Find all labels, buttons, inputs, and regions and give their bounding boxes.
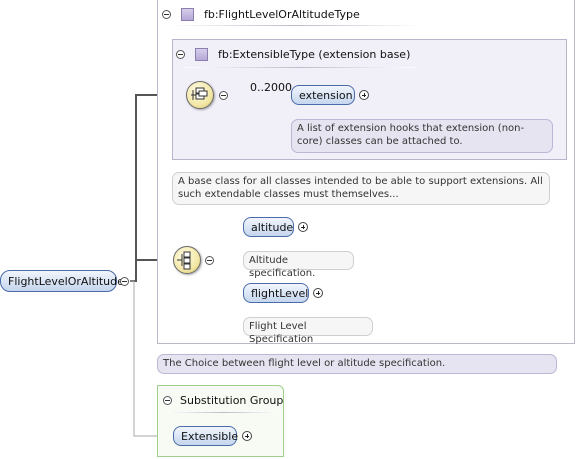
extension-base-label: fb:ExtensibleType (extension base) — [218, 48, 411, 61]
complex-type-label: fb:FlightLevelOrAltitudeType — [204, 8, 360, 21]
choice-compositor[interactable] — [173, 246, 201, 274]
root-element[interactable]: FlightLevelOrAltitude — [0, 270, 124, 292]
collapse-icon[interactable] — [162, 10, 171, 19]
expand-icon[interactable] — [242, 431, 252, 441]
altitude-doc-note: Altitude specification. — [243, 251, 354, 279]
extension-doc-note: A list of extension hooks that extension… — [291, 119, 553, 153]
separator — [170, 25, 420, 26]
flightlevel-element[interactable]: flightLevel — [243, 283, 309, 303]
extensible-element[interactable]: Extensible — [173, 426, 238, 446]
collapse-icon[interactable] — [176, 50, 185, 59]
sequence-compositor[interactable] — [186, 81, 214, 109]
collapse-icon[interactable] — [120, 277, 129, 286]
altitude-element[interactable]: altitude — [243, 217, 294, 237]
choice-doc-note: The Choice between flight level or altit… — [157, 354, 557, 374]
extension-element[interactable]: extension — [291, 85, 355, 105]
expand-icon[interactable] — [313, 288, 323, 298]
sequence-icon — [191, 87, 208, 100]
collapse-icon[interactable] — [205, 256, 214, 265]
expand-icon[interactable] — [359, 90, 369, 100]
choice-icon — [177, 251, 191, 270]
occurrence-label: 0..2000 — [250, 81, 292, 94]
complex-type-icon — [181, 8, 194, 21]
collapse-icon[interactable] — [163, 396, 172, 405]
type-doc-note: A base class for all classes intended to… — [172, 172, 550, 205]
collapse-icon[interactable] — [219, 91, 228, 100]
expand-icon[interactable] — [298, 222, 308, 232]
separator — [168, 412, 278, 413]
substitution-group-label: Substitution Group — [180, 394, 284, 407]
complex-type-icon — [195, 48, 208, 61]
flightlevel-doc-note: Flight Level Specification — [243, 317, 373, 345]
separator — [185, 67, 415, 68]
